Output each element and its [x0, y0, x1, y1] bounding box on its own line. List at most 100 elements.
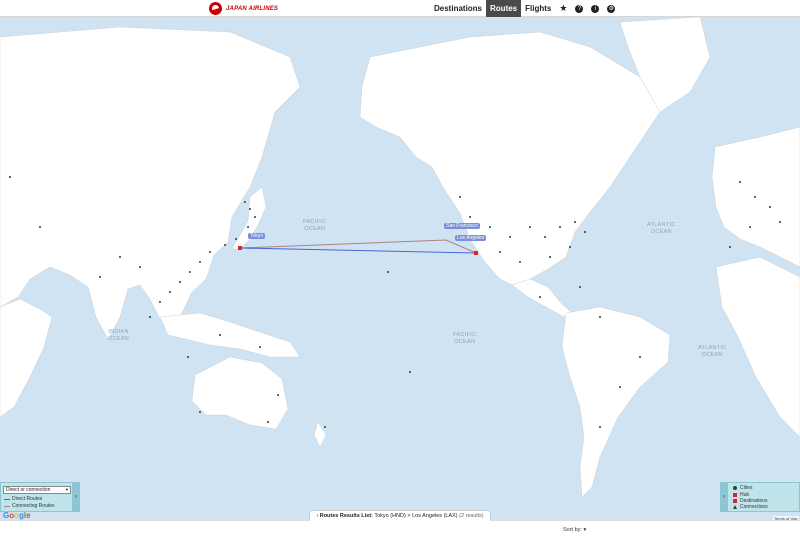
legend-connections: Connections — [733, 504, 768, 510]
info-icon[interactable]: i — [591, 4, 600, 13]
ocean-label-indian: INDIAN OCEAN — [108, 329, 130, 342]
city-dot — [569, 246, 571, 248]
nav-routes[interactable]: Routes — [486, 0, 522, 17]
city-dot — [249, 208, 251, 210]
city-dot — [244, 201, 246, 203]
city-dot — [779, 221, 781, 223]
africa-east-landmass — [715, 256, 800, 438]
route-label-los-angeles[interactable]: Los Angeles — [455, 235, 487, 241]
world-map[interactable]: PACIFIC OCEAN PACIFIC OCEAN INDIAN OCEAN AT… — [0, 17, 800, 520]
logo-text: JAPAN AIRLINES — [226, 5, 279, 12]
map-canvas — [0, 17, 800, 498]
asia-landmass — [0, 26, 301, 340]
south-america-landmass — [561, 306, 671, 498]
destination-icon — [733, 499, 737, 503]
city-dot — [409, 371, 411, 373]
city-dot — [469, 216, 471, 218]
sort-dropdown-icon: ▾ — [583, 527, 587, 533]
help-icon[interactable]: ? — [575, 4, 584, 13]
destination-marker-lax — [474, 251, 478, 255]
chevron-right-icon: › — [723, 494, 725, 500]
city-dot — [235, 238, 237, 240]
city-dot — [599, 426, 601, 428]
results-chevron-icon: › — [316, 513, 319, 519]
city-dot — [754, 196, 756, 198]
settings-icon[interactable]: ⚙ — [607, 4, 616, 13]
city-dot-icon — [733, 486, 737, 490]
direct-route-line — [239, 247, 477, 254]
city-dot — [387, 271, 389, 273]
city-dot — [224, 244, 226, 246]
chevron-left-icon: ‹ — [75, 494, 77, 500]
connection-control-panel: Direct or connection Direct Routes Conne… — [0, 482, 80, 512]
route-lines — [239, 239, 477, 254]
city-dot — [459, 196, 461, 198]
results-bar — [0, 520, 800, 537]
routes-results-tab[interactable]: › Routes Results List: Tokyo (HND) > Los… — [309, 510, 491, 521]
crane-logo-icon — [209, 2, 222, 15]
star-icon[interactable]: ★ — [559, 3, 567, 13]
connection-type-select[interactable]: Direct or connection — [3, 486, 71, 494]
results-title: Routes Results List: — [319, 513, 373, 519]
city-dot — [267, 421, 269, 423]
city-dot — [529, 226, 531, 228]
legend-connecting-routes: Connecting Routes — [4, 503, 55, 509]
city-dot — [189, 271, 191, 273]
africa-landmass — [0, 298, 53, 418]
route-label-san-francisco[interactable]: San Francisco — [444, 223, 480, 229]
main-nav: Destinations Routes Flights ★ ? i ⚙ — [430, 0, 619, 17]
nav-destinations[interactable]: Destinations — [430, 0, 486, 17]
city-dot — [179, 281, 181, 283]
city-dot — [9, 176, 11, 178]
city-dot — [169, 291, 171, 293]
legend-direct-routes: Direct Routes — [4, 496, 42, 502]
legend-connecting-label: Connecting Routes — [12, 503, 55, 509]
jal-logo[interactable]: JAPAN AIRLINES — [209, 2, 278, 15]
connection-icon — [733, 505, 737, 509]
top-bar: JAPAN AIRLINES Destinations Routes Fligh… — [0, 0, 800, 17]
city-dot — [247, 226, 249, 228]
sea-islands — [159, 312, 301, 358]
route-label-tokyo[interactable]: Tokyo — [248, 233, 266, 239]
city-dot — [559, 226, 561, 228]
legend-direct-label: Direct Routes — [12, 496, 43, 502]
results-query: Tokyo (HND) > Los Angeles (LAX) — [374, 513, 458, 519]
north-america-landmass — [359, 31, 661, 286]
city-dot — [539, 296, 541, 298]
ocean-label-north-pacific: PACIFIC OCEAN — [303, 219, 327, 232]
city-dot — [39, 226, 41, 228]
legend-cities-label: Cities — [740, 485, 753, 491]
city-dot — [277, 394, 279, 396]
hub-icon — [733, 493, 737, 497]
collapse-left-panel-button[interactable]: ‹ — [72, 482, 80, 512]
city-dot — [119, 256, 121, 258]
city-dot — [549, 256, 551, 258]
city-dot — [187, 356, 189, 358]
collapse-right-panel-button[interactable]: › — [720, 482, 728, 512]
city-dot — [584, 231, 586, 233]
legend-cities: Cities — [733, 485, 753, 491]
city-dot — [199, 261, 201, 263]
connecting-route-swatch — [4, 505, 10, 507]
nav-flights[interactable]: Flights — [521, 0, 555, 17]
city-dot — [139, 266, 141, 268]
city-dot — [749, 226, 751, 228]
city-dot — [199, 411, 201, 413]
results-count: (2 results) — [459, 513, 484, 519]
city-dot — [149, 316, 151, 318]
hub-marker-tokyo — [238, 246, 242, 250]
city-dot — [544, 236, 546, 238]
city-dot — [579, 286, 581, 288]
city-dot — [209, 251, 211, 253]
ocean-label-south-pacific: PACIFIC OCEAN — [453, 332, 477, 345]
city-dot — [219, 334, 221, 336]
city-dot — [489, 226, 491, 228]
google-logo[interactable]: Google — [3, 511, 31, 520]
map-legend-panel: Cities Hub Destinations Connections — [720, 482, 800, 512]
city-dot — [729, 246, 731, 248]
legend-connections-label: Connections — [740, 504, 768, 510]
city-dot — [639, 356, 641, 358]
city-dot — [159, 301, 161, 303]
sort-control[interactable]: Sort by: ▾ — [563, 527, 586, 533]
city-dot — [259, 346, 261, 348]
